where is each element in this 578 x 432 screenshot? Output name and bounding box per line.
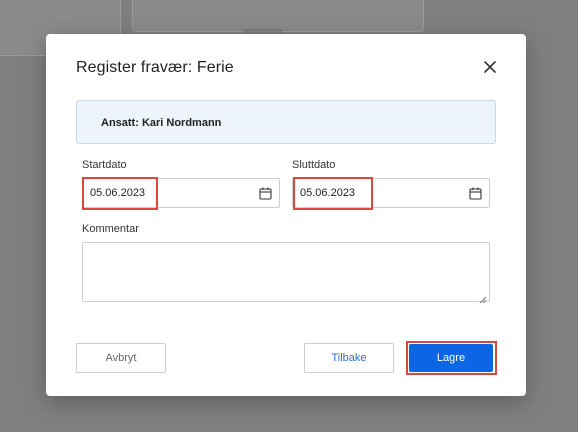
close-icon [482, 59, 498, 75]
calendar-icon[interactable] [469, 187, 482, 200]
resize-handle-icon[interactable] [479, 291, 487, 304]
comment-textarea[interactable] [82, 242, 490, 304]
close-button[interactable] [482, 59, 498, 75]
start-date-input[interactable]: 05.06.2023 [82, 178, 280, 208]
end-date-value: 05.06.2023 [300, 187, 356, 199]
employee-name: Ansatt: Kari Nordmann [101, 117, 222, 129]
dialog-title: Register fravær: Ferie [76, 59, 234, 76]
background-card [132, 0, 424, 35]
start-date-label: Startdato [82, 159, 127, 171]
end-date-label: Sluttdato [292, 159, 336, 171]
end-date-input[interactable]: 05.06.2023 [292, 178, 490, 208]
absence-dialog: Register fravær: Ferie Ansatt: Kari Nord… [46, 34, 526, 396]
employee-info-box: Ansatt: Kari Nordmann [76, 100, 496, 144]
start-date-value: 05.06.2023 [90, 187, 146, 199]
cancel-button[interactable]: Avbryt [76, 343, 166, 373]
calendar-icon[interactable] [259, 187, 272, 200]
comment-label: Kommentar [82, 223, 139, 235]
save-button[interactable]: Lagre [409, 344, 493, 372]
back-button[interactable]: Tilbake [304, 343, 394, 373]
